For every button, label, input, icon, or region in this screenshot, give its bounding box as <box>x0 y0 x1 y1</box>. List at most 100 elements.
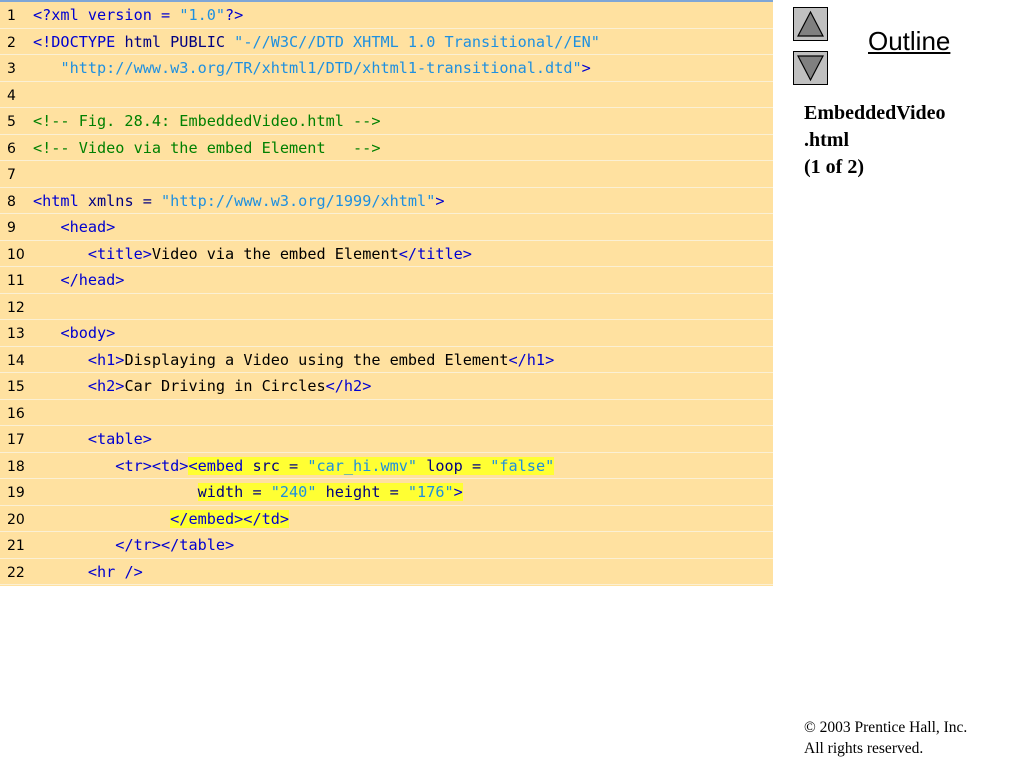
code-line: 9 <head> <box>0 214 773 241</box>
code-token: "http://www.w3.org/TR/xhtml1/DTD/xhtml1-… <box>60 59 582 77</box>
slide-title: EmbeddedVideo .html (1 of 2) <box>804 100 1014 181</box>
code-token: <?xml version = <box>33 6 180 24</box>
code-text: <?xml version = "1.0"?> <box>33 6 243 24</box>
code-line: 12 <box>0 294 773 320</box>
code-token: <hr /> <box>87 562 143 581</box>
line-number: 5 <box>7 114 16 130</box>
line-number: 3 <box>7 61 16 77</box>
code-text: <!-- Fig. 28.4: EmbeddedVideo.html --> <box>33 112 380 130</box>
line-number: 4 <box>7 87 16 104</box>
code-token: <h2> <box>87 377 125 395</box>
line-number: 6 <box>7 140 16 157</box>
code-line: 7 <box>0 161 773 188</box>
line-number: 19 <box>7 485 25 501</box>
line-number: 1 <box>7 8 16 24</box>
code-token: <head> <box>60 218 116 236</box>
slide-title-line-1: EmbeddedVideo <box>804 102 946 124</box>
code-token: "car_hi.wmv" <box>307 456 418 475</box>
code-line: 20 </embed></td> <box>0 506 773 532</box>
code-line: 18 <tr><td><embed src = "car_hi.wmv" loo… <box>0 453 773 479</box>
slide-title-line-2: .html <box>804 129 849 151</box>
code-token: </h1> <box>508 350 555 369</box>
code-token: </title> <box>398 244 472 263</box>
code-line: 5 <!-- Fig. 28.4: EmbeddedVideo.html --> <box>0 108 773 135</box>
code-line: 13 <body> <box>0 320 773 347</box>
code-line: 11 </head> <box>0 267 773 294</box>
code-text: </embed></td> <box>33 509 290 528</box>
code-line: 15 <h2>Car Driving in Circles</h2> <box>0 373 773 400</box>
line-number: 18 <box>7 458 25 475</box>
code-line: 8 <html xmlns = "http://www.w3.org/1999/x… <box>0 188 773 214</box>
code-token: <!-- Fig. 28.4: EmbeddedVideo.html --> <box>33 112 381 130</box>
code-text: </tr></table> <box>33 536 234 554</box>
code-text: </head> <box>33 271 124 289</box>
code-text: <title>Video via the embed Element</titl… <box>33 245 472 263</box>
code-token: "http://www.w3.org/1999/xhtml" <box>161 191 436 210</box>
code-text: <!DOCTYPE html PUBLIC "-//W3C//DTD XHTML… <box>33 33 600 51</box>
previous-slide-button[interactable] <box>793 7 828 41</box>
next-slide-button[interactable] <box>793 51 828 85</box>
code-token: <tr><td> <box>115 456 189 475</box>
code-text: <h2>Car Driving in Circles</h2> <box>33 377 371 395</box>
line-number: 17 <box>7 432 25 448</box>
code-text: <hr /> <box>33 563 143 581</box>
line-number: 8 <box>7 193 16 210</box>
code-token: height = <box>316 483 408 501</box>
code-line: 22 <hr /> <box>0 559 773 585</box>
code-line: 14 <h1>Displaying a Video using the embe… <box>0 347 773 373</box>
code-token: <table> <box>87 430 152 448</box>
code-token: width = <box>197 483 271 501</box>
code-line: 10 <title>Video via the embed Element</t… <box>0 241 773 267</box>
code-line: 2 <!DOCTYPE html PUBLIC "-//W3C//DTD XHTM… <box>0 29 773 55</box>
code-token: "240" <box>270 483 317 501</box>
code-text: "http://www.w3.org/TR/xhtml1/DTD/xhtml1-… <box>33 59 591 77</box>
triangle-up-icon <box>797 10 824 37</box>
code-text: <head> <box>33 218 115 236</box>
code-text: <!-- Video via the embed Element --> <box>33 139 380 157</box>
line-number: 2 <box>7 34 16 51</box>
line-number: 14 <box>7 352 25 369</box>
line-number: 16 <box>7 405 25 422</box>
code-text: <html xmlns = "http://www.w3.org/1999/xh… <box>33 192 445 210</box>
code-text: width = "240" height = "176"> <box>33 483 463 501</box>
line-number: 9 <box>7 220 16 236</box>
outline-link[interactable]: Outline <box>868 26 950 57</box>
code-line: 17 <table> <box>0 426 773 453</box>
line-number: 13 <box>7 326 25 342</box>
code-token: </h2> <box>325 377 372 395</box>
code-line: 1 <?xml version = "1.0"?> <box>0 2 773 29</box>
code-text: <body> <box>33 324 115 342</box>
code-token: <!DOCTYPE <box>33 32 125 51</box>
slide-title-line-3: (1 of 2) <box>804 156 864 178</box>
code-text: <table> <box>33 430 152 448</box>
code-token: <html <box>33 191 88 210</box>
code-line: 19 width = "240" height = "176"> <box>0 479 773 506</box>
code-token: Car Driving in Circles <box>124 377 326 395</box>
line-number: 21 <box>7 538 25 554</box>
code-token: <title> <box>87 244 152 263</box>
copyright-notice: © 2003 Prentice Hall, Inc. All rights re… <box>804 717 967 759</box>
line-number: 10 <box>7 246 25 263</box>
code-token: Displaying a Video using the embed Eleme… <box>124 350 509 369</box>
code-token: </embed></td> <box>170 509 290 528</box>
code-token: "false" <box>490 456 555 475</box>
code-token: <!-- Video via the embed Element --> <box>33 138 381 157</box>
line-number: 12 <box>7 299 25 316</box>
line-number: 20 <box>7 511 25 528</box>
line-number: 22 <box>7 564 25 581</box>
code-text: <h1>Displaying a Video using the embed E… <box>33 351 554 369</box>
code-token: "176" <box>407 483 454 501</box>
code-token: "-//W3C//DTD XHTML 1.0 Transitional//EN" <box>234 32 600 51</box>
code-token: > <box>581 59 591 77</box>
copyright-line-1: © 2003 Prentice Hall, Inc. <box>804 719 968 736</box>
